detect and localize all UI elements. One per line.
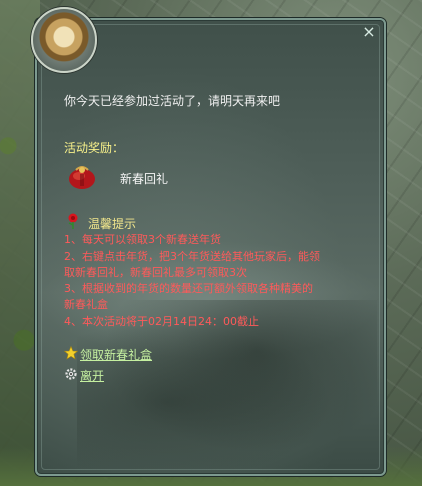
close-button[interactable]: × xyxy=(358,22,380,42)
npc-dialog-panel xyxy=(35,18,386,476)
close-icon: × xyxy=(362,22,376,41)
npc-avatar xyxy=(31,7,97,73)
tip-line: 取新春回礼，新春回礼最多可领取3次 xyxy=(64,266,247,279)
rose-icon xyxy=(68,213,78,229)
star-icon xyxy=(64,346,78,360)
reward-item-name: 新春回礼 xyxy=(120,172,169,186)
claim-gift-box-link[interactable]: 领取新春礼盒 xyxy=(80,346,152,363)
gift-bag-icon xyxy=(69,166,95,189)
tips-title: 温馨提示 xyxy=(88,217,137,231)
tip-line: 3、根据收到的年货的数量还可额外领取各种精美的 xyxy=(64,282,313,295)
gear-icon xyxy=(65,368,77,380)
dialog-message: 你今天已经参加过活动了，请明天再来吧 xyxy=(64,94,281,108)
tip-line: 新春礼盒 xyxy=(64,298,108,311)
grass-edge xyxy=(0,0,40,486)
tip-line: 2、右键点击年货，把3个年货送给其他玩家后，能领 xyxy=(64,250,320,263)
tip-line: 4、本次活动将于02月14日24：00截止 xyxy=(64,315,259,328)
tip-line: 1、每天可以领取3个新春送年货 xyxy=(64,233,221,246)
reward-title: 活动奖励： xyxy=(64,141,125,155)
leave-link[interactable]: 离开 xyxy=(80,367,104,384)
